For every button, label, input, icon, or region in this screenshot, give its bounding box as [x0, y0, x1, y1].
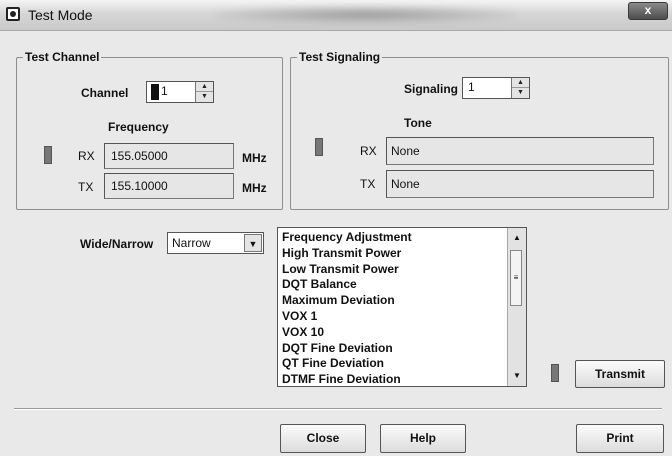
channel-spin-arrows[interactable]: ▲ ▼	[195, 82, 213, 102]
signaling-tx-label: TX	[360, 177, 376, 191]
list-item[interactable]: DQT Fine Deviation	[282, 341, 526, 357]
close-button[interactable]: Close	[280, 424, 366, 453]
test-signaling-legend: Test Signaling	[299, 50, 381, 64]
window-title: Test Mode	[28, 7, 93, 23]
test-item-list[interactable]: Frequency Adjustment High Transmit Power L…	[277, 227, 527, 387]
rx-indicator-led	[44, 146, 52, 164]
list-item[interactable]: Frequency Adjustment	[282, 230, 526, 246]
scroll-thumb[interactable]: ≡	[510, 250, 522, 306]
wide-narrow-select[interactable]: Narrow ▼	[167, 232, 264, 254]
spin-up-icon[interactable]: ▲	[512, 78, 529, 88]
text-caret	[151, 84, 159, 100]
test-channel-legend: Test Channel	[25, 50, 100, 64]
title-bar: Test Mode x	[0, 0, 672, 31]
rx-unit-label: MHz	[242, 151, 267, 165]
title-bar-blur	[215, 6, 515, 24]
signaling-indicator-led	[315, 138, 323, 156]
scroll-up-icon[interactable]: ▲	[508, 230, 526, 246]
channel-label: Channel	[81, 86, 129, 100]
window-close-button[interactable]: x	[628, 2, 668, 20]
test-item-list-items: Frequency Adjustment High Transmit Power L…	[278, 228, 526, 386]
signaling-label: Signaling	[404, 82, 458, 96]
spin-up-icon[interactable]: ▲	[196, 82, 213, 92]
list-item[interactable]: QT Fine Deviation	[282, 356, 526, 372]
rx-tone-field[interactable]: None	[386, 137, 654, 165]
list-item[interactable]: Maximum Deviation	[282, 293, 526, 309]
signaling-rx-label: RX	[360, 144, 377, 158]
scroll-down-icon[interactable]: ▼	[508, 368, 526, 384]
tx-tone-field[interactable]: None	[386, 170, 654, 198]
chevron-down-icon[interactable]: ▼	[244, 234, 262, 252]
frequency-label: Frequency	[108, 120, 169, 134]
channel-tx-label: TX	[78, 180, 94, 194]
tx-unit-label: MHz	[242, 181, 267, 195]
divider	[14, 408, 662, 410]
tone-label: Tone	[404, 116, 432, 130]
tx-frequency-field[interactable]: 155.10000	[104, 173, 234, 199]
spin-down-icon[interactable]: ▼	[196, 92, 213, 101]
signaling-spinner[interactable]: 1 ▲ ▼	[462, 77, 530, 99]
rx-frequency-field[interactable]: 155.05000	[104, 143, 234, 169]
signaling-value: 1	[468, 80, 475, 94]
app-icon	[6, 7, 20, 21]
spin-down-icon[interactable]: ▼	[512, 88, 529, 97]
channel-value: 1	[161, 84, 168, 98]
channel-rx-label: RX	[78, 149, 95, 163]
wide-narrow-value: Narrow	[172, 236, 211, 250]
transmit-indicator-led	[551, 364, 559, 382]
list-item[interactable]: Low Transmit Power	[282, 262, 526, 278]
list-item[interactable]: DTMF Fine Deviation	[282, 372, 526, 386]
list-item[interactable]: VOX 10	[282, 325, 526, 341]
list-item[interactable]: High Transmit Power	[282, 246, 526, 262]
channel-spinner[interactable]: 1 ▲ ▼	[146, 81, 214, 103]
list-item[interactable]: VOX 1	[282, 309, 526, 325]
transmit-button[interactable]: Transmit	[575, 360, 665, 388]
wide-narrow-label: Wide/Narrow	[80, 237, 154, 251]
help-button[interactable]: Help	[380, 424, 466, 453]
list-item[interactable]: DQT Balance	[282, 277, 526, 293]
print-button[interactable]: Print	[576, 424, 664, 453]
signaling-spin-arrows[interactable]: ▲ ▼	[511, 78, 529, 98]
list-scrollbar[interactable]: ▲ ≡ ▼	[507, 228, 526, 386]
